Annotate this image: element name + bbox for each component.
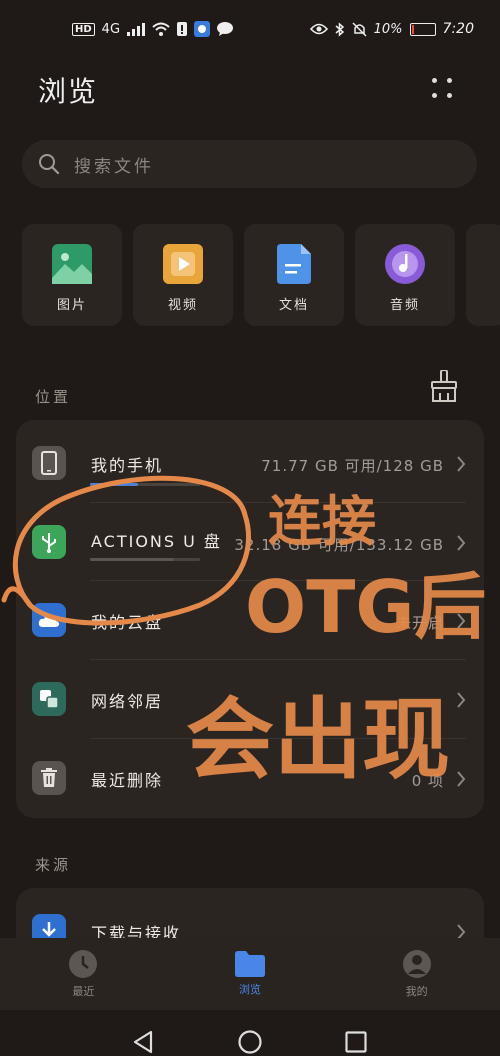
location-name: 我的云盘 <box>91 613 164 632</box>
category-images[interactable]: 图片 <box>22 224 122 326</box>
location-item-cloud[interactable]: 我的云盘 未开启 <box>16 581 484 659</box>
category-audio[interactable]: 音频 <box>355 224 455 326</box>
nav-label: 最近 <box>72 985 95 998</box>
location-info: 0 项 <box>411 772 444 790</box>
system-nav-bar <box>0 1010 500 1056</box>
back-icon[interactable] <box>132 1030 154 1054</box>
audio-icon <box>385 244 425 284</box>
clock-icon <box>69 950 98 978</box>
status-bar: HD 4G 10% 7:20 <box>0 0 500 58</box>
category-label: 视频 <box>167 298 198 313</box>
status-left: HD 4G <box>72 21 234 37</box>
location-item-network[interactable]: 网络邻居 <box>16 660 484 738</box>
battery-icon <box>409 22 436 36</box>
category-label: 音频 <box>389 298 420 313</box>
location-info: 未开启 <box>395 614 444 632</box>
category-more[interactable] <box>466 224 500 326</box>
storage-bar-fill <box>90 483 139 486</box>
chevron-right-icon <box>457 692 466 708</box>
home-icon[interactable] <box>238 1030 262 1054</box>
eye-icon <box>309 23 328 35</box>
location-item-phone[interactable]: 我的手机 71.77 GB 可用/128 GB <box>16 424 484 502</box>
chevron-right-icon <box>457 456 466 472</box>
search-input[interactable]: 搜索文件 <box>22 140 477 188</box>
video-icon <box>163 244 203 284</box>
nav-browse[interactable]: 浏览 <box>190 951 310 997</box>
recents-icon[interactable] <box>345 1031 367 1053</box>
search-placeholder: 搜索文件 <box>74 156 154 177</box>
location-card: 我的手机 71.77 GB 可用/128 GB ACTIONS U 盘 32.1… <box>16 420 484 818</box>
mute-bell-icon <box>352 21 367 37</box>
chevron-right-icon <box>457 613 466 629</box>
cloud-icon <box>32 603 66 637</box>
location-name: 我的手机 <box>91 456 164 475</box>
storage-bar <box>90 558 200 561</box>
nav-profile[interactable]: 我的 <box>357 949 477 999</box>
bluetooth-icon <box>335 21 344 37</box>
nav-label: 浏览 <box>238 983 261 996</box>
profile-icon <box>402 950 431 978</box>
category-label: 文档 <box>278 298 309 313</box>
document-icon <box>277 244 311 284</box>
battery-fill <box>411 24 414 34</box>
location-info: 71.77 GB 可用/128 GB <box>261 457 444 475</box>
storage-bar-fill <box>90 558 174 561</box>
location-section-label: 位置 <box>35 388 72 406</box>
network-neighbor-icon <box>32 682 66 716</box>
chevron-right-icon <box>457 535 466 551</box>
phone-icon <box>32 446 66 480</box>
source-section-label: 来源 <box>35 856 72 874</box>
clock: 7:20 <box>442 21 474 37</box>
category-label: 图片 <box>56 298 87 313</box>
location-info: 32.18 GB 可用/133.12 GB <box>234 536 444 554</box>
location-item-trash[interactable]: 最近删除 0 项 <box>16 739 484 817</box>
category-documents[interactable]: 文档 <box>244 224 344 326</box>
location-name: ACTIONS U 盘 <box>91 532 222 551</box>
category-row: 图片 视频 文档 音频 <box>22 224 500 326</box>
status-right: 10% 7:20 <box>309 21 474 37</box>
message-icon <box>217 22 234 36</box>
app-notification-icon <box>194 21 211 37</box>
storage-bar <box>90 483 200 486</box>
folder-icon <box>234 951 265 977</box>
location-item-usb[interactable]: ACTIONS U 盘 32.18 GB 可用/133.12 GB <box>16 503 484 581</box>
chevron-right-icon <box>457 771 466 787</box>
hd-icon: HD <box>72 22 95 36</box>
image-icon <box>52 244 92 284</box>
alert-icon <box>177 22 188 36</box>
more-options-icon[interactable] <box>428 74 456 102</box>
clean-broom-icon[interactable] <box>430 370 458 402</box>
nav-recent[interactable]: 最近 <box>23 949 143 999</box>
page-title: 浏览 <box>38 75 99 108</box>
search-icon <box>39 154 60 175</box>
bottom-nav: 最近 浏览 我的 <box>0 938 500 1010</box>
location-name: 最近删除 <box>91 771 164 790</box>
wifi-icon <box>152 22 170 36</box>
network-type: 4G <box>101 21 121 37</box>
signal-icon <box>127 22 146 36</box>
battery-percent: 10% <box>373 21 403 37</box>
nav-label: 我的 <box>405 985 428 998</box>
location-name: 网络邻居 <box>91 692 164 711</box>
trash-icon <box>32 761 66 795</box>
usb-icon <box>32 525 66 559</box>
category-videos[interactable]: 视频 <box>133 224 233 326</box>
